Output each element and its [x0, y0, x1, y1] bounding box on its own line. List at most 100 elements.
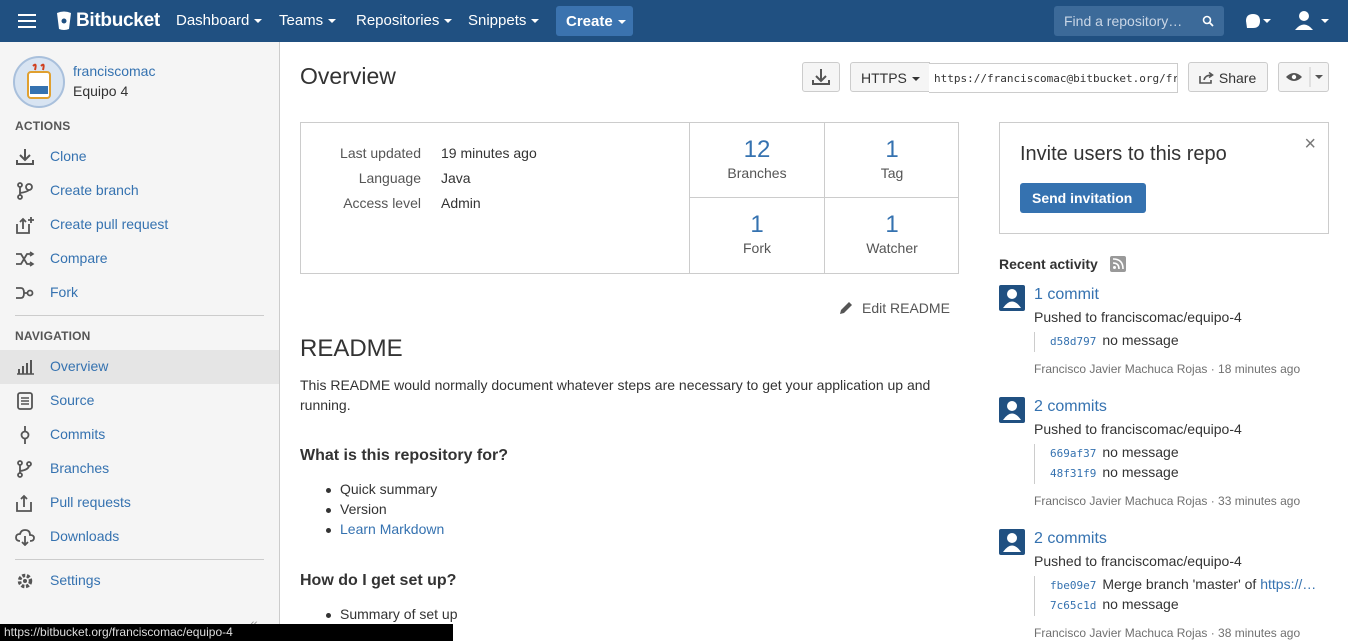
stat-number: 1 [885, 136, 899, 163]
download-repo-button[interactable] [802, 62, 840, 92]
sidebar-item-commits[interactable]: Commits [0, 418, 279, 452]
readme-title: README [300, 335, 403, 362]
commit-hash-link[interactable]: fbe09e7 [1050, 579, 1096, 592]
watch-button[interactable] [1278, 62, 1329, 92]
user-avatar-icon[interactable] [999, 529, 1025, 555]
nav-dashboard[interactable]: Dashboard [176, 12, 263, 29]
actions-heading: ACTIONS [15, 119, 71, 133]
sidebar-item-downloads[interactable]: Downloads [0, 520, 279, 554]
sidebar-divider [15, 559, 264, 560]
commit-message: no message [1102, 332, 1179, 348]
create-button[interactable]: Create [556, 6, 633, 36]
chevron-down-icon [531, 19, 540, 24]
sidebar-item-label: Settings [50, 572, 101, 588]
repo-owner-link[interactable]: franciscomac [73, 63, 155, 79]
rss-feed-icon[interactable] [1110, 256, 1126, 272]
commit-hash-link[interactable]: d58d797 [1050, 335, 1096, 348]
sidebar-item-clone[interactable]: Clone [0, 140, 279, 174]
watchers-stat[interactable]: 1 Watcher [824, 198, 959, 273]
commit-hash-link[interactable]: 48f31f9 [1050, 467, 1096, 480]
sidebar-item-compare[interactable]: Compare [0, 242, 279, 276]
list-item: Summary of set up [326, 606, 458, 622]
forks-stat[interactable]: 1 Fork [689, 198, 824, 273]
nav-repositories[interactable]: Repositories [356, 12, 453, 29]
commit-message-link[interactable]: https://… [1260, 576, 1316, 592]
repo-avatar[interactable] [13, 56, 65, 108]
user-menu-icon[interactable] [1294, 10, 1330, 35]
tags-stat[interactable]: 1 Tag [824, 123, 959, 198]
commit-hash-link[interactable]: 7c65c1d [1050, 599, 1096, 612]
detail-label: Last updated [340, 145, 421, 161]
repository-search-input[interactable]: Find a repository… [1054, 6, 1224, 36]
navigation-heading: NAVIGATION [15, 329, 91, 343]
nav-snippets[interactable]: Snippets [468, 12, 540, 29]
activity-title-link[interactable]: 1 commit [1034, 286, 1099, 304]
sidebar-item-label: Source [50, 392, 95, 408]
menu-icon[interactable] [18, 14, 36, 28]
sidebar-item-label: Downloads [50, 528, 120, 544]
bitbucket-icon [57, 11, 71, 30]
sidebar-item-label: Create pull request [50, 216, 169, 232]
stat-number: 12 [743, 136, 771, 163]
help-icon[interactable] [1244, 12, 1272, 33]
sidebar-item-fork[interactable]: Fork [0, 276, 279, 310]
document-icon [17, 392, 33, 410]
branch-icon [17, 460, 32, 478]
repository-sidebar: franciscomac Equipo 4 ACTIONS Clone Crea… [0, 42, 280, 641]
branches-stat[interactable]: 12 Branches [689, 123, 824, 198]
activity-title-link[interactable]: 2 commits [1034, 530, 1107, 548]
send-invitation-button[interactable]: Send invitation [1020, 183, 1146, 213]
sidebar-item-settings[interactable]: Settings [0, 564, 279, 598]
user-avatar-icon[interactable] [999, 397, 1025, 423]
search-icon [1202, 15, 1214, 27]
edit-readme-link[interactable]: Edit README [838, 300, 950, 316]
commit-icon [20, 426, 30, 444]
sidebar-item-create-pull-request[interactable]: Create pull request [0, 208, 279, 242]
close-icon[interactable]: × [1304, 133, 1316, 156]
sidebar-item-pull-requests[interactable]: Pull requests [0, 486, 279, 520]
sidebar-item-label: Commits [50, 426, 106, 442]
activity-push-text: Pushed to franciscomac/equipo-4 [1034, 421, 1242, 437]
learn-markdown-link[interactable]: Learn Markdown [325, 521, 444, 537]
readme-heading-setup: How do I get set up? [300, 572, 457, 589]
share-icon [1199, 71, 1214, 84]
protocol-select[interactable]: HTTPS [850, 62, 930, 92]
activity-meta: Francisco Javier Machuca Rojas · 38 minu… [1034, 626, 1301, 640]
browser-status-url: https://bitbucket.org/franciscomac/equip… [0, 624, 453, 641]
activity-meta: Francisco Javier Machuca Rojas · 18 minu… [1034, 362, 1301, 376]
cloud-download-icon [15, 529, 35, 546]
list-item: Quick summary [325, 481, 438, 497]
chevron-down-icon [617, 20, 626, 25]
commit-row: 48f31f9 no message [1050, 464, 1329, 484]
activity-commit-list: fbe09e7 Merge branch 'master' of https://… [1034, 576, 1329, 616]
sidebar-item-source[interactable]: Source [0, 384, 279, 418]
activity-commit-list: d58d797 no message [1034, 332, 1329, 352]
activity-title-link[interactable]: 2 commits [1034, 398, 1107, 416]
page-title: Overview [300, 63, 396, 89]
detail-label: Access level [343, 195, 421, 211]
activity-push-text: Pushed to franciscomac/equipo-4 [1034, 309, 1242, 325]
detail-value: Java [441, 170, 471, 186]
stat-number: 1 [750, 211, 764, 238]
sidebar-item-create-branch[interactable]: Create branch [0, 174, 279, 208]
user-avatar-icon[interactable] [999, 285, 1025, 311]
gear-icon [17, 573, 33, 589]
brand-name: Bitbucket [76, 10, 160, 31]
readme-heading-what: What is this repository for? [300, 447, 509, 464]
bar-chart-icon [17, 360, 34, 375]
commit-hash-link[interactable]: 669af37 [1050, 447, 1096, 460]
clone-url-input[interactable]: https://franciscomac@bitbucket.org/franc… [929, 63, 1178, 93]
detail-label: Language [358, 170, 421, 186]
activity-meta: Francisco Javier Machuca Rojas · 33 minu… [1034, 494, 1301, 508]
repo-name: Equipo 4 [73, 83, 129, 99]
download-icon [812, 69, 830, 85]
nav-teams[interactable]: Teams [279, 12, 337, 29]
repository-details: Last updated 19 minutes ago Language Jav… [300, 122, 959, 274]
stat-label: Watcher [866, 240, 918, 256]
commit-row: 669af37 no message [1050, 444, 1329, 464]
sidebar-item-branches[interactable]: Branches [0, 452, 279, 486]
sidebar-item-overview[interactable]: Overview [0, 350, 279, 384]
bitbucket-logo[interactable]: Bitbucket [56, 10, 160, 32]
pencil-icon [840, 302, 852, 314]
share-button[interactable]: Share [1188, 62, 1268, 92]
